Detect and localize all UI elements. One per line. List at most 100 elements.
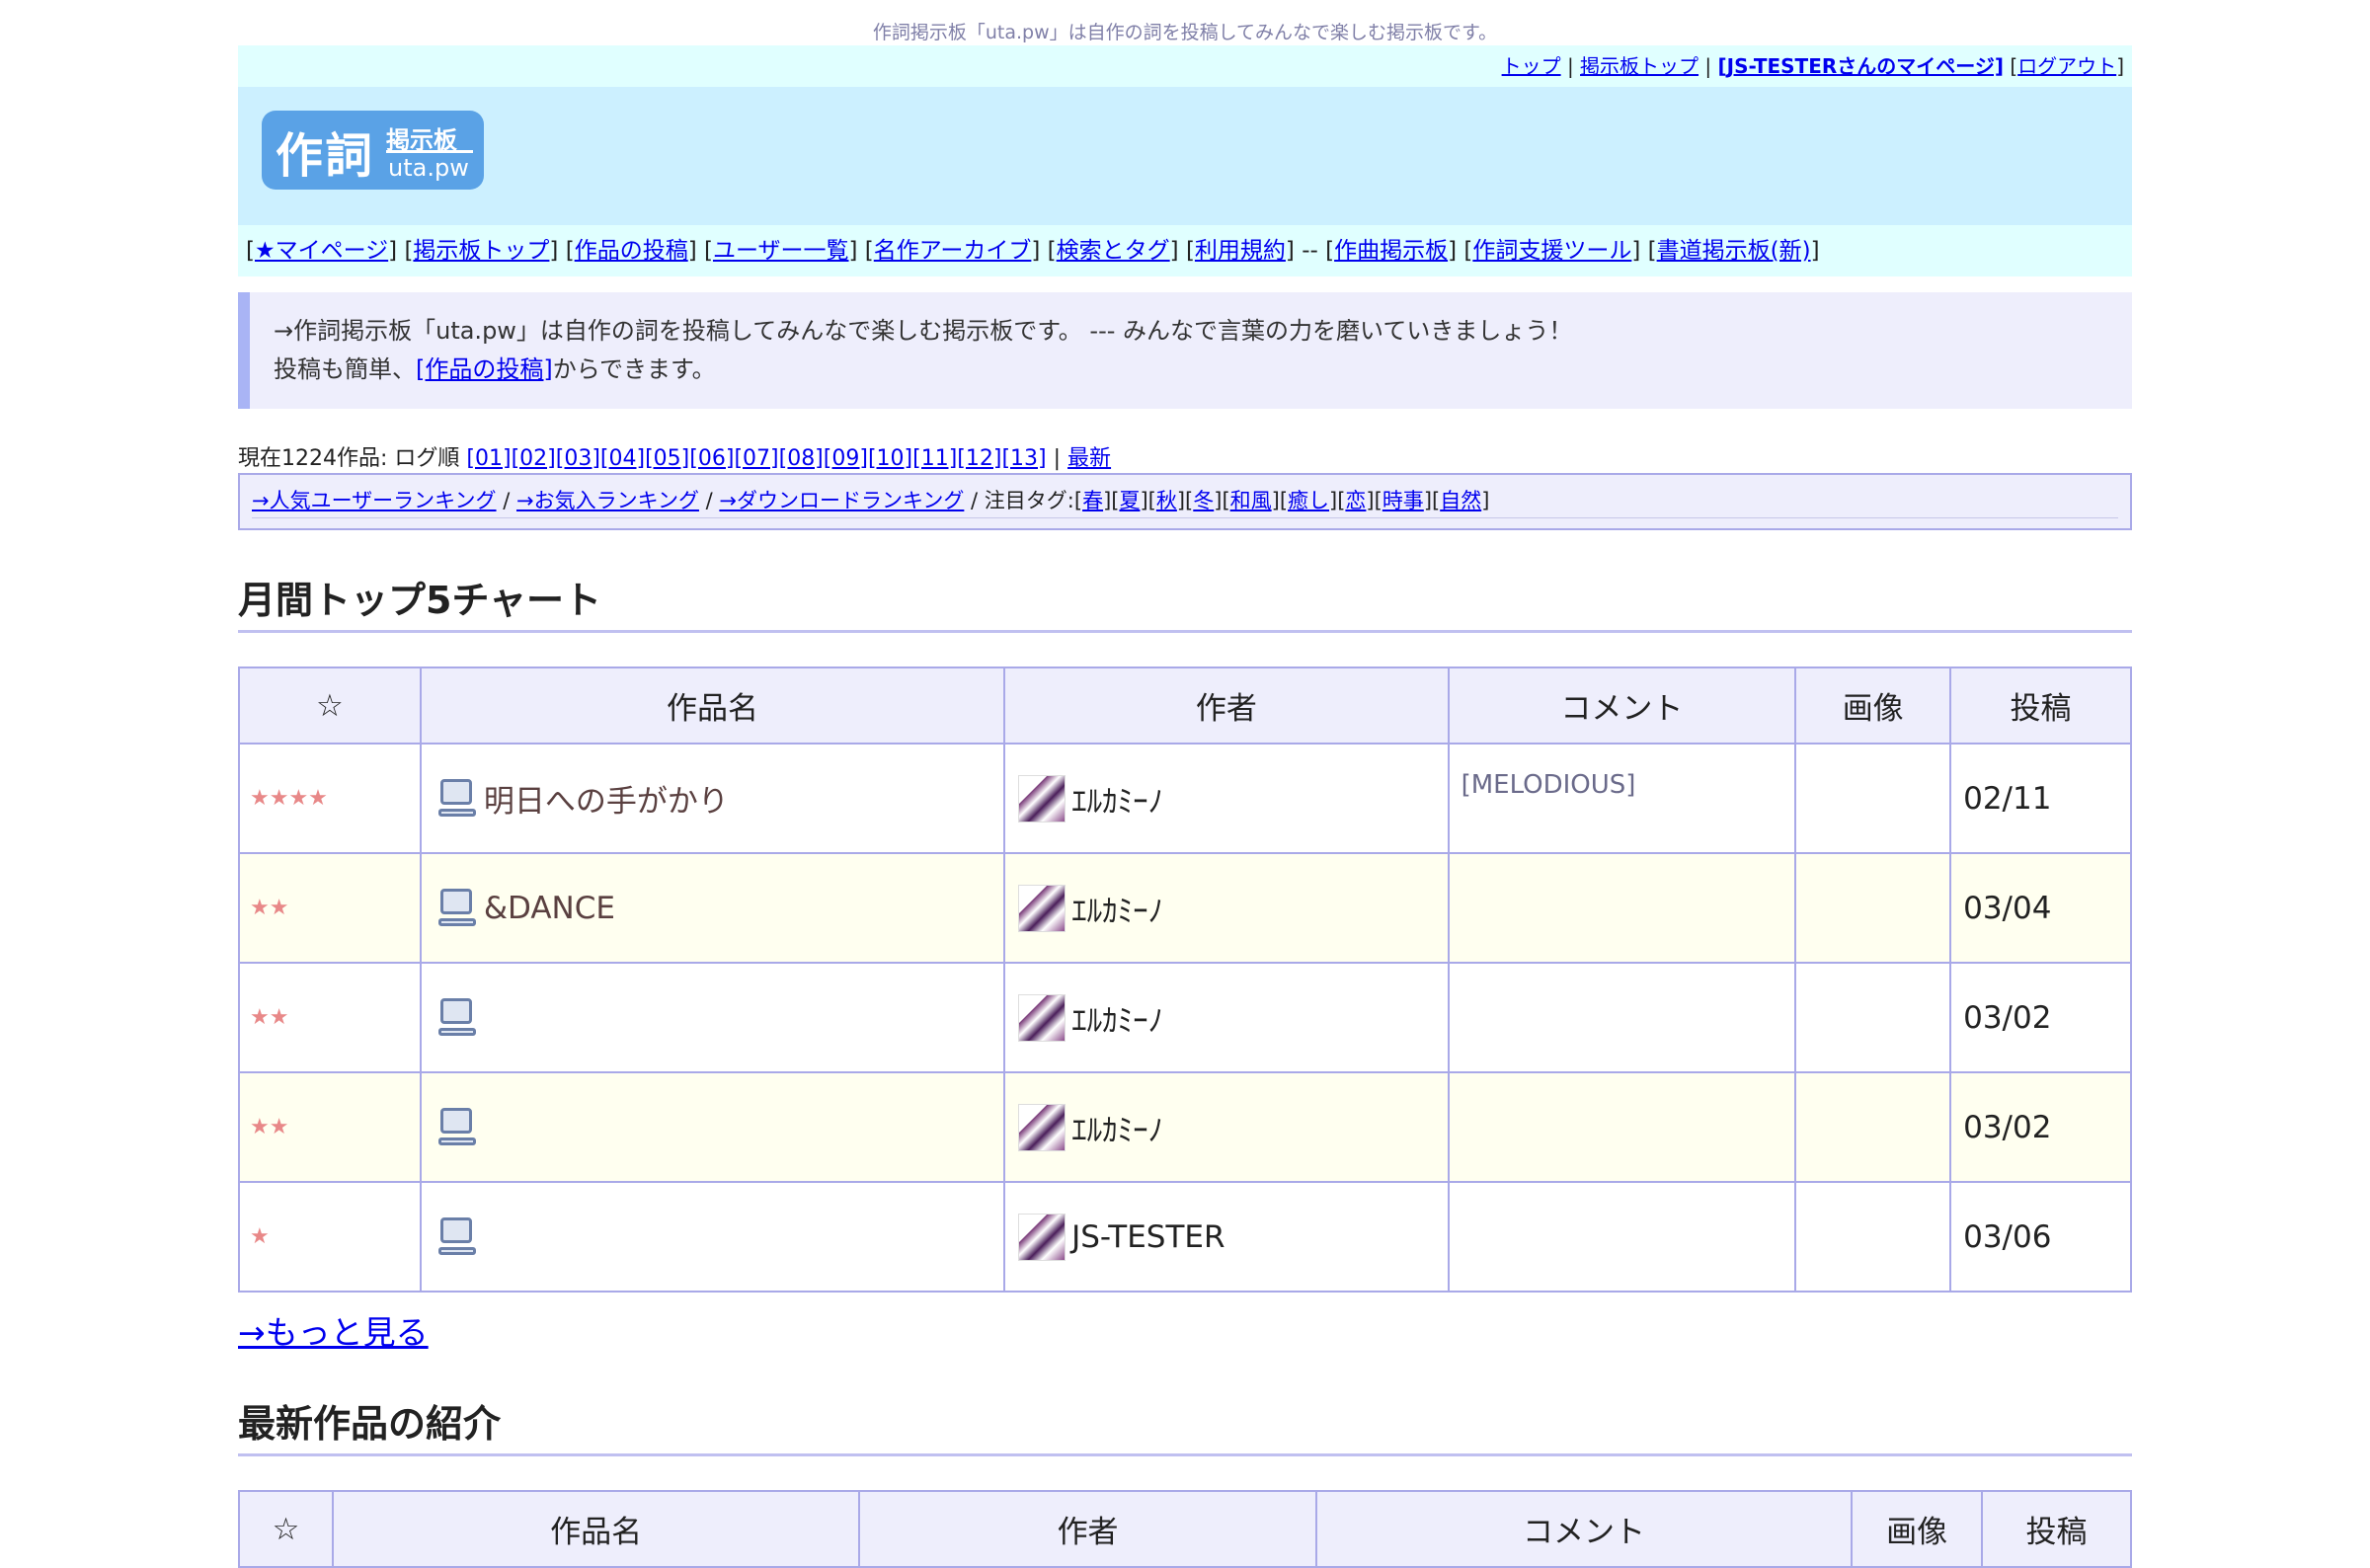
nav-calligraphy-board[interactable]: 書道掲示板(新): [1657, 238, 1811, 264]
log-latest-link[interactable]: 最新: [1067, 446, 1111, 471]
avatar: [1018, 884, 1066, 932]
featured-tags-label: 注目タグ:: [984, 489, 1074, 512]
mypage-link[interactable]: [JS-TESTERさんのマイページ]: [1718, 54, 2005, 78]
log-page-link[interactable]: [09]: [824, 446, 868, 471]
work-cell[interactable]: [419, 962, 1006, 1073]
nav-search-tags[interactable]: 検索とタグ: [1057, 238, 1170, 264]
nav-board-top[interactable]: 掲示板トップ: [413, 238, 549, 264]
tag-link[interactable]: 癒し: [1288, 489, 1329, 512]
nav-user-list[interactable]: ユーザー一覧: [713, 238, 849, 264]
log-page-link[interactable]: [10]: [868, 446, 912, 471]
logo-domain-text: uta.pw: [388, 154, 469, 182]
nav-compose-board[interactable]: 作曲掲示板: [1334, 238, 1448, 264]
tag-link[interactable]: 秋: [1156, 489, 1177, 512]
author-cell[interactable]: ｴﾙｶﾐｰﾉ: [1003, 743, 1450, 854]
col-header-title: 作品名: [419, 666, 1006, 745]
site-logo[interactable]: 作詞 掲示板 uta.pw: [262, 111, 484, 190]
log-page-link[interactable]: [02]: [512, 446, 556, 471]
col-header-posted: 投稿: [1949, 666, 2132, 745]
nav-archive[interactable]: 名作アーカイブ: [874, 238, 1032, 264]
log-page-link[interactable]: [13]: [1001, 446, 1046, 471]
col-header-posted: 投稿: [1981, 1490, 2132, 1568]
work-cell[interactable]: [419, 1071, 1006, 1183]
tag-link[interactable]: 冬: [1193, 489, 1214, 512]
author-name[interactable]: ｴﾙｶﾐｰﾉ: [1071, 1113, 1163, 1148]
favorite-ranking-link[interactable]: →お気入ランキング: [516, 489, 699, 512]
tag-link[interactable]: 恋: [1345, 489, 1366, 512]
see-more-container: →もっと見る: [238, 1306, 2132, 1354]
tag-link[interactable]: 夏: [1119, 489, 1140, 512]
nav-post-work[interactable]: 作品の投稿: [575, 238, 688, 264]
author-cell[interactable]: ｴﾙｶﾐｰﾉ: [1003, 1071, 1450, 1183]
image-cell: [1794, 1181, 1952, 1293]
star-rating: ★: [238, 1181, 422, 1293]
tag-link[interactable]: 和風: [1230, 489, 1272, 512]
posted-date: 03/06: [1949, 1181, 2132, 1293]
ranking-bar: →人気ユーザーランキング / →お気入ランキング / →ダウンロードランキング …: [238, 473, 2132, 530]
board-top-link[interactable]: 掲示板トップ: [1580, 54, 1698, 78]
author-cell[interactable]: ｴﾙｶﾐｰﾉ: [1003, 852, 1450, 964]
work-title[interactable]: &DANCE: [484, 891, 615, 926]
author-name[interactable]: JS-TESTER: [1071, 1219, 1224, 1255]
author-cell[interactable]: JS-TESTER: [1003, 1181, 1450, 1293]
col-header-comment: コメント: [1314, 1490, 1854, 1568]
popular-user-ranking-link[interactable]: →人気ユーザーランキング: [252, 489, 497, 512]
log-page-link[interactable]: [12]: [957, 446, 1001, 471]
log-page-link[interactable]: [11]: [912, 446, 957, 471]
work-title[interactable]: 明日への手がかり: [484, 784, 729, 820]
log-page-link[interactable]: [01]: [466, 446, 511, 471]
download-ranking-link[interactable]: →ダウンロードランキング: [719, 489, 964, 512]
star-rating: ★★: [238, 852, 422, 964]
tag-link[interactable]: 春: [1082, 489, 1103, 512]
col-header-star: ☆: [238, 666, 422, 745]
comment-cell: [1447, 962, 1797, 1073]
computer-icon: [437, 1216, 476, 1257]
star-rating: ★★★★: [238, 743, 422, 854]
log-page-link[interactable]: [03]: [556, 446, 600, 471]
work-cell[interactable]: &DANCE: [419, 852, 1006, 964]
author-name[interactable]: ｴﾙｶﾐｰﾉ: [1071, 784, 1163, 820]
comment-cell: [1447, 1181, 1797, 1293]
posted-date: 03/02: [1949, 1071, 2132, 1183]
top-link[interactable]: トップ: [1502, 54, 1561, 78]
work-cell[interactable]: 明日への手がかり: [419, 743, 1006, 854]
table-row: ★★ &DANCE ｴﾙｶﾐｰﾉ 03/04: [238, 852, 2132, 964]
nav-terms[interactable]: 利用規約: [1195, 238, 1286, 264]
latest-works-table: ☆ 作品名 作者 コメント 画像 投稿: [238, 1490, 2132, 1568]
log-page-link[interactable]: [05]: [645, 446, 689, 471]
star-rating: ★★: [238, 1071, 422, 1183]
logout-link[interactable]: ログアウト: [2017, 54, 2116, 78]
computer-icon: [437, 997, 476, 1038]
nav-mypage[interactable]: ★マイページ: [255, 238, 388, 264]
author-cell[interactable]: ｴﾙｶﾐｰﾉ: [1003, 962, 1450, 1073]
notice-post-link[interactable]: [作品の投稿]: [416, 355, 553, 383]
author-name[interactable]: ｴﾙｶﾐｰﾉ: [1071, 1003, 1163, 1039]
computer-icon: [437, 778, 476, 819]
log-page-link[interactable]: [06]: [689, 446, 734, 471]
log-page-link[interactable]: [04]: [600, 446, 645, 471]
author-name[interactable]: ｴﾙｶﾐｰﾉ: [1071, 894, 1163, 929]
log-page-link[interactable]: [08]: [779, 446, 824, 471]
tag-link[interactable]: 自然: [1440, 489, 1481, 512]
site-tagline: 作詞掲示板「uta.pw」は自作の詞を投稿してみんなで楽しむ掲示板です。: [872, 22, 1498, 43]
see-more-link[interactable]: →もっと見る: [238, 1313, 429, 1352]
avatar: [1018, 774, 1066, 823]
image-cell: [1794, 852, 1952, 964]
image-cell: [1794, 743, 1952, 854]
comment-cell: [1447, 852, 1797, 964]
log-page-link[interactable]: [07]: [734, 446, 778, 471]
notice-box: →作詞掲示板「uta.pw」は自作の詞を投稿してみんなで楽しむ掲示板です。 --…: [238, 292, 2132, 409]
table-row: ★ JS-TESTER 03/06: [238, 1181, 2132, 1293]
notice-line-1: →作詞掲示板「uta.pw」は自作の詞を投稿してみんなで楽しむ掲示板です。 --…: [274, 317, 1573, 345]
work-cell[interactable]: [419, 1181, 1006, 1293]
col-header-comment: コメント: [1447, 666, 1797, 745]
notice-line-2: 投稿も簡単、[作品の投稿]からできます。: [274, 351, 2132, 389]
image-cell: [1794, 962, 1952, 1073]
avatar: [1018, 993, 1066, 1042]
nav-lyric-tools[interactable]: 作詞支援ツール: [1472, 238, 1631, 264]
site-banner: 作詞 掲示板 uta.pw: [238, 87, 2132, 225]
top5-table: ☆ 作品名 作者 コメント 画像 投稿 ★★★★ 明日への手がかり ｴﾙｶﾐｰﾉ…: [238, 666, 2132, 1293]
posted-date: 02/11: [1949, 743, 2132, 854]
tag-link[interactable]: 時事: [1382, 489, 1424, 512]
top-links: トップ | 掲示板トップ | [JS-TESTERさんのマイページ] [ログアウ…: [238, 45, 2132, 87]
